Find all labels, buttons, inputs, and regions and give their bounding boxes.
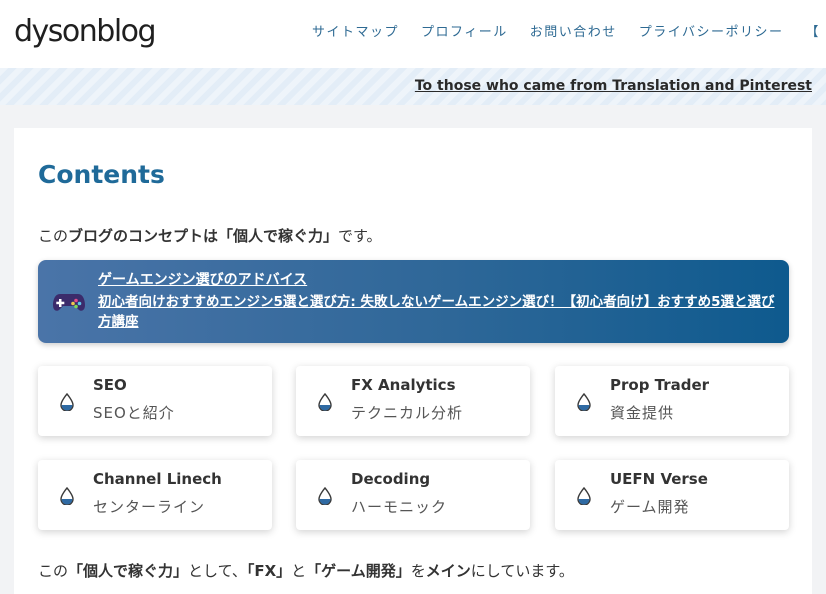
notice-bar: To those who came from Translation and P… (0, 68, 826, 105)
footer-b2: 「FX」 (246, 562, 292, 580)
nav-more[interactable]: 【 (806, 21, 821, 40)
main-nav: サイトマップ プロフィール お問い合わせ プライバシーポリシー 【 (312, 21, 826, 40)
card-subtitle: SEOと紹介 (93, 404, 175, 422)
water-drop-icon (318, 487, 332, 505)
card-title: SEO (93, 376, 127, 394)
card-title: Decoding (351, 470, 431, 488)
logo-text: dysonblog (14, 14, 157, 49)
card-title: Prop Trader (610, 376, 710, 394)
banner-description: 初心者向けおすすめエンジン5選と選び方: 失敗しないゲームエンジン選び！【初心者… (98, 294, 775, 330)
water-drop-icon (577, 393, 591, 411)
water-drop-icon (60, 487, 74, 505)
notice-link[interactable]: To those who came from Translation and P… (415, 78, 812, 94)
nav-profile[interactable]: プロフィール (421, 21, 508, 40)
nav-contact[interactable]: お問い合わせ (530, 21, 617, 40)
footer-p1: この (38, 562, 69, 580)
card-decoding[interactable]: Decoding ハーモニック (296, 460, 530, 530)
card-subtitle: ゲーム開発 (610, 498, 690, 516)
nav-privacy-policy[interactable]: プライバシーポリシー (639, 21, 784, 40)
footer-b3: 「ゲーム開発」 (306, 562, 411, 580)
concept-pre: この (38, 227, 69, 245)
card-title: FX Analytics (351, 376, 456, 394)
main-topics-text: この「個人で稼ぐ力」として、「FX」と「ゲーム開発」をメインにしています。 (38, 560, 574, 581)
card-subtitle: ハーモニック (351, 498, 448, 516)
footer-b4: メイン (425, 562, 471, 580)
page-title: Contents (38, 160, 165, 189)
footer-b1: 「個人で稼ぐ力」 (68, 562, 189, 580)
game-engine-banner[interactable]: ゲームエンジン選びのアドバイス 初心者向けおすすめエンジン5選と選び方: 失敗し… (38, 260, 789, 343)
card-uefn-verse[interactable]: UEFN Verse ゲーム開発 (555, 460, 789, 530)
concept-text: このブログのコンセプトは「個人で稼ぐ力」です。 (38, 225, 382, 246)
card-subtitle: テクニカル分析 (351, 404, 464, 422)
footer-p3: と (291, 562, 307, 580)
site-logo[interactable]: dysonblog (14, 12, 157, 52)
card-title: UEFN Verse (610, 470, 708, 488)
content-card: Contents このブログのコンセプトは「個人で稼ぐ力」です。 ゲームエンジン… (14, 128, 812, 594)
card-seo[interactable]: SEO SEOと紹介 (38, 366, 272, 436)
card-title: Channel Linech (93, 470, 222, 488)
footer-p2: として、 (188, 562, 247, 580)
water-drop-icon (60, 393, 74, 411)
site-header: dysonblog サイトマップ プロフィール お問い合わせ プライバシーポリシ… (0, 0, 826, 68)
gamepad-icon (53, 294, 85, 311)
nav-sitemap[interactable]: サイトマップ (312, 21, 399, 40)
water-drop-icon (318, 393, 332, 411)
concept-bold: ブログのコンセプトは「個人で稼ぐ力」 (68, 227, 339, 245)
card-channel-linech[interactable]: Channel Linech センターライン (38, 460, 272, 530)
card-prop-trader[interactable]: Prop Trader 資金提供 (555, 366, 789, 436)
water-drop-icon (577, 487, 591, 505)
card-subtitle: 資金提供 (610, 404, 675, 422)
card-fx-analytics[interactable]: FX Analytics テクニカル分析 (296, 366, 530, 436)
banner-title: ゲームエンジン選びのアドバイス (98, 272, 308, 288)
footer-p5: にしています。 (470, 562, 574, 580)
concept-post: です。 (338, 227, 382, 245)
footer-p4: を (410, 562, 426, 580)
card-subtitle: センターライン (93, 498, 206, 516)
